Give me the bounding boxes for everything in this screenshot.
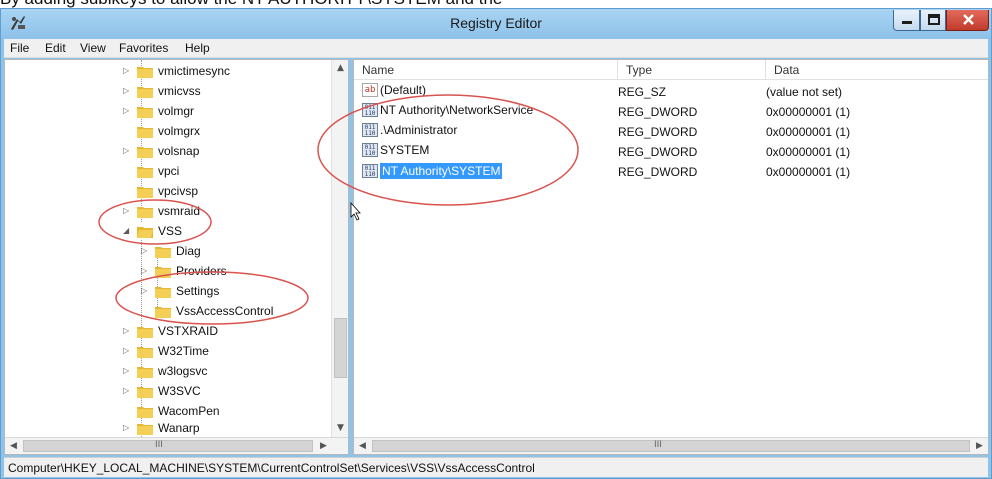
tree-item[interactable]: ▷ vsmraid — [123, 201, 200, 221]
minimize-button[interactable] — [893, 10, 920, 31]
tree-item[interactable]: ▷ Diag — [141, 241, 201, 261]
value-row[interactable]: 011 110 SYSTEM REG_DWORD 0x00000001 (1) — [354, 141, 988, 161]
string-value-icon: ab — [362, 83, 378, 97]
value-row[interactable]: ab (Default) REG_SZ (value not set) — [354, 81, 988, 101]
tree-item[interactable]: ▷ VSTXRAID — [123, 321, 218, 341]
caption-strip: By adding sublkeys to allow the NT AUTHO… — [0, 0, 992, 8]
column-header-data[interactable]: Data — [766, 60, 988, 80]
expand-arrow-icon[interactable]: ▷ — [123, 86, 133, 96]
expand-arrow-icon[interactable]: ▷ — [123, 66, 133, 76]
scroll-left-icon[interactable]: ◀ — [5, 438, 22, 454]
scroll-left-icon[interactable]: ◀ — [354, 438, 371, 454]
dword-value-icon: 011 110 — [362, 143, 378, 157]
folder-icon — [137, 126, 153, 138]
maximize-icon — [928, 14, 940, 25]
tree-vertical-scrollbar[interactable]: ▲ ▼ — [331, 60, 348, 437]
folder-icon — [137, 386, 153, 398]
tree-item[interactable]: ▷ Providers — [141, 261, 227, 281]
expand-arrow-icon[interactable]: ▷ — [123, 386, 133, 396]
tree-item[interactable]: ▷ Wanarp — [123, 418, 200, 438]
folder-icon — [155, 286, 171, 298]
expand-arrow-icon[interactable]: ▷ — [141, 286, 151, 296]
expand-arrow-icon[interactable]: ▷ — [123, 366, 133, 376]
tree-item[interactable]: ▷ w3logsvc — [123, 361, 207, 381]
expand-arrow-icon[interactable]: ▷ — [141, 266, 151, 276]
menu-edit[interactable]: Edit — [45, 41, 66, 55]
folder-icon — [137, 326, 153, 338]
values-hscroll-thumb[interactable] — [372, 440, 970, 452]
minimize-icon — [902, 21, 912, 24]
scroll-right-icon[interactable]: ▶ — [315, 438, 332, 454]
tree-hscroll-thumb[interactable] — [23, 440, 313, 452]
tree-item[interactable]: vpcivsp — [123, 181, 198, 201]
dword-value-icon: 011 110 — [362, 103, 378, 117]
scroll-down-icon[interactable]: ▼ — [332, 420, 349, 436]
menu-view[interactable]: View — [80, 41, 106, 55]
collapse-arrow-icon[interactable]: ◢ — [123, 226, 133, 236]
title-bar[interactable]: Registry Editor — [1, 9, 991, 39]
expand-arrow-icon[interactable]: ▷ — [123, 326, 133, 336]
folder-icon — [137, 106, 153, 118]
folder-icon — [137, 86, 153, 98]
scroll-grip: III — [155, 440, 163, 450]
key-path: Computer\HKEY_LOCAL_MACHINE\SYSTEM\Curre… — [8, 461, 535, 475]
menu-file[interactable]: File — [10, 41, 29, 55]
values-pane[interactable]: Name Type Data ab (Default) REG_SZ (valu… — [353, 59, 989, 455]
dword-value-icon: 011 110 — [362, 164, 378, 178]
column-header-name[interactable]: Name — [354, 60, 618, 80]
tree-item[interactable]: ▷ volsnap — [123, 141, 199, 161]
close-icon — [963, 14, 974, 25]
tree-item[interactable]: ▷ vmicvss — [123, 81, 201, 101]
caption-text: By adding sublkeys to allow the NT AUTHO… — [0, 0, 502, 8]
value-row[interactable]: 011 110 .\Administrator REG_DWORD 0x00000… — [354, 121, 988, 141]
folder-icon — [137, 366, 153, 378]
column-header-type[interactable]: Type — [618, 60, 766, 80]
scroll-right-icon[interactable]: ▶ — [971, 438, 988, 454]
tree-item[interactable]: ▷ volmgr — [123, 101, 194, 121]
expand-arrow-icon[interactable]: ▷ — [123, 206, 133, 216]
status-bar: Computer\HKEY_LOCAL_MACHINE\SYSTEM\Curre… — [4, 457, 988, 477]
folder-icon — [137, 423, 153, 435]
menu-bar: File Edit View Favorites Help — [4, 39, 988, 58]
folder-icon — [155, 246, 171, 258]
folder-icon — [137, 186, 153, 198]
values-horizontal-scrollbar[interactable]: ◀ III ▶ — [354, 437, 988, 454]
folder-icon — [137, 206, 153, 218]
tree-item[interactable]: volmgrx — [123, 121, 200, 141]
value-row-selected[interactable]: 011 110 NT Authority\SYSTEM REG_DWORD 0x0… — [354, 161, 988, 181]
window-title: Registry Editor — [450, 15, 542, 31]
tree-item[interactable]: ▷ W3SVC — [123, 381, 201, 401]
close-button[interactable] — [946, 10, 989, 31]
open-folder-icon — [137, 226, 153, 238]
maximize-button[interactable] — [920, 10, 946, 31]
folder-icon — [137, 66, 153, 78]
registry-editor-window: Registry Editor File Edit View Favorites… — [0, 8, 992, 479]
folder-icon — [137, 346, 153, 358]
expand-arrow-icon[interactable]: ▷ — [123, 106, 133, 116]
tree-item[interactable]: ▷ vmictimesync — [123, 61, 230, 81]
tree-item[interactable]: ▷ Settings — [141, 281, 219, 301]
folder-icon — [155, 266, 171, 278]
scroll-grip: III — [654, 440, 662, 450]
folder-icon — [155, 306, 171, 318]
value-row[interactable]: 011 110 NT Authority\NetworkService REG_D… — [354, 101, 988, 121]
folder-icon — [137, 146, 153, 158]
menu-help[interactable]: Help — [185, 41, 210, 55]
expand-arrow-icon[interactable]: ▷ — [123, 423, 133, 433]
tree-item-vss[interactable]: ◢ VSS — [123, 221, 182, 241]
menu-favorites[interactable]: Favorites — [119, 41, 168, 55]
expand-arrow-icon[interactable]: ▷ — [141, 246, 151, 256]
scroll-up-icon[interactable]: ▲ — [332, 60, 349, 76]
tree-item[interactable]: ▷ W32Time — [123, 341, 209, 361]
tree-item-vssaccesscontrol[interactable]: VssAccessControl — [141, 301, 273, 321]
tree-item[interactable]: vpci — [123, 161, 179, 181]
tree-scroll-thumb[interactable] — [334, 318, 347, 378]
tree-horizontal-scrollbar[interactable]: ◀ III ▶ — [5, 437, 348, 454]
folder-icon — [137, 406, 153, 418]
key-tree-pane[interactable]: ▷ vmictimesync ▷ vmicvss ▷ volmgr volmgr… — [4, 59, 349, 455]
folder-icon — [137, 166, 153, 178]
expand-arrow-icon[interactable]: ▷ — [123, 146, 133, 156]
expand-arrow-icon[interactable]: ▷ — [123, 346, 133, 356]
dword-value-icon: 011 110 — [362, 123, 378, 137]
